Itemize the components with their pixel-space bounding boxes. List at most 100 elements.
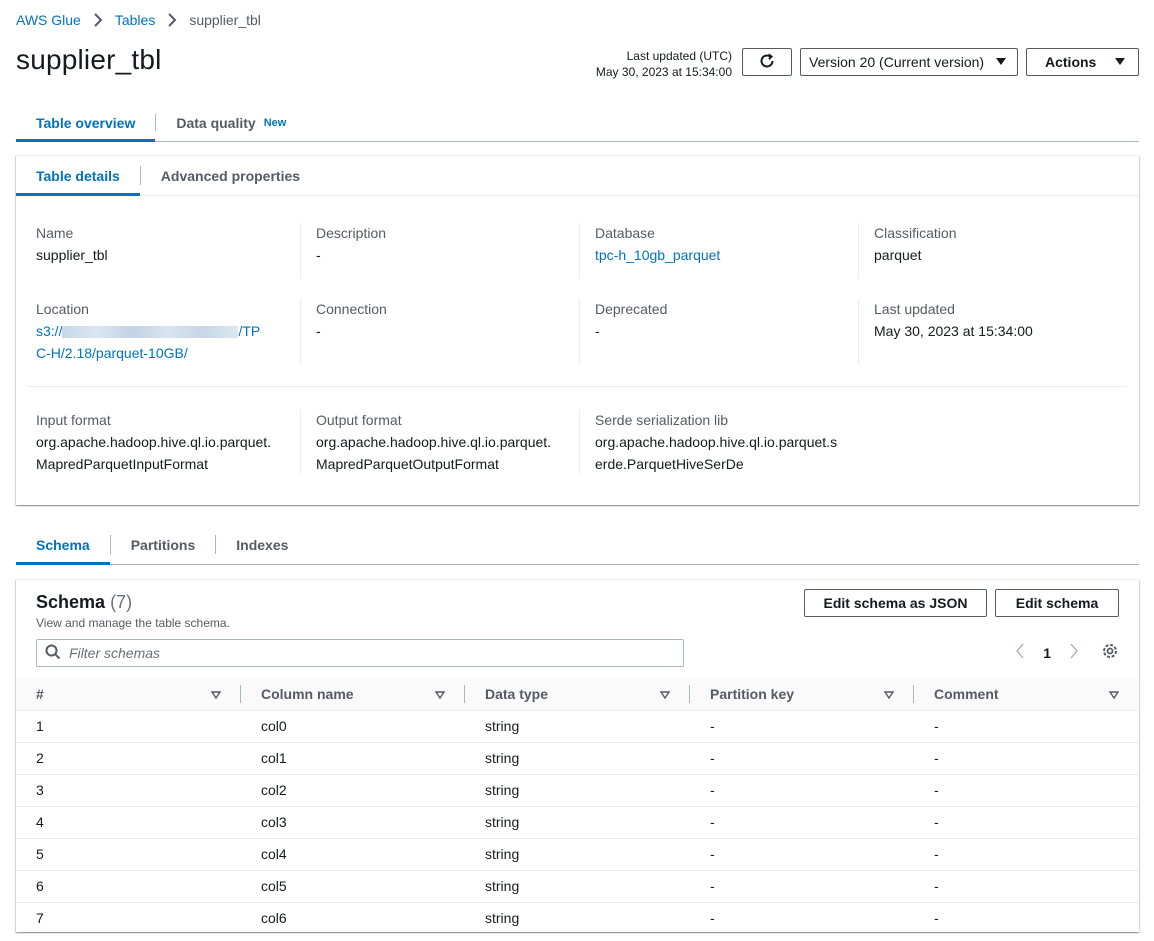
cell-comment: -	[914, 742, 1139, 775]
column-divider	[300, 223, 301, 279]
filter-schemas-field[interactable]	[36, 639, 684, 667]
breadcrumb-aws-glue[interactable]: AWS Glue	[16, 12, 81, 28]
tab-schema[interactable]: Schema	[16, 525, 110, 565]
header-label: Column name	[261, 685, 354, 702]
detail-label: Input format	[36, 412, 111, 428]
cell-data-type: string	[465, 870, 690, 903]
cell-column-name: col6	[261, 910, 287, 927]
breadcrumb-tables[interactable]: Tables	[115, 12, 155, 28]
column-divider	[858, 299, 859, 364]
cell-partition-key: -	[690, 806, 914, 839]
page-title: supplier_tbl	[16, 44, 162, 75]
cell-number: 3	[16, 774, 241, 807]
detail-label: Name	[36, 225, 74, 241]
caret-down-icon[interactable]	[883, 686, 895, 702]
edit-schema-button[interactable]: Edit schema	[995, 589, 1119, 617]
column-divider	[300, 299, 301, 364]
table-row: 5 col4 string - -	[16, 838, 1139, 871]
table-row: 1 col0 string - -	[16, 710, 1139, 743]
column-divider	[579, 223, 580, 279]
refresh-icon	[758, 52, 776, 73]
cell-column-name: col1	[241, 742, 465, 775]
database-link[interactable]: tpc-h_10gb_parquet	[595, 244, 859, 266]
caret-down-icon[interactable]	[659, 686, 671, 702]
tab-indexes[interactable]: Indexes	[216, 525, 308, 564]
details-tabs: Table details Advanced properties	[16, 156, 1139, 196]
version-select[interactable]: Version 20 (Current version)	[800, 48, 1018, 76]
detail-label: Connection	[316, 301, 387, 317]
gear-icon[interactable]	[1101, 642, 1119, 663]
pagination: 1	[1015, 642, 1119, 663]
cell-partition-key: -	[690, 710, 914, 743]
detail-label: Database	[595, 225, 655, 241]
cell-partition-key: -	[690, 742, 914, 775]
schema-table: # Column name Data type Partition key Co…	[16, 678, 1139, 934]
schema-title-text: Schema	[36, 592, 106, 612]
cell-column-name: col5	[241, 870, 465, 903]
detail-connection: Connection -	[316, 298, 580, 342]
caret-down-icon[interactable]	[210, 686, 222, 702]
schema-panel: Schema (7) View and manage the table sch…	[16, 579, 1139, 932]
main-tabs: Table overview Data quality New	[16, 104, 1139, 142]
header-label: Comment	[934, 685, 999, 702]
detail-label: Deprecated	[595, 301, 668, 317]
cell-comment: -	[914, 710, 1139, 743]
cell-number: 5	[16, 838, 241, 871]
redacted-bucket	[62, 326, 239, 339]
breadcrumb-current: supplier_tbl	[189, 12, 261, 28]
tab-label: Table overview	[36, 114, 136, 131]
cell-number: 2	[16, 742, 241, 775]
chevron-right-icon	[93, 13, 103, 27]
tab-table-details[interactable]: Table details	[16, 156, 140, 196]
actions-button[interactable]: Actions	[1026, 48, 1139, 76]
tab-advanced-properties[interactable]: Advanced properties	[141, 156, 320, 195]
detail-value: org.apache.hadoop.hive.ql.io.parquet.ser…	[595, 434, 838, 472]
detail-last-updated: Last updated May 30, 2023 at 15:34:00	[874, 298, 1138, 342]
cell-number: 7	[36, 910, 44, 927]
cell-partition-key: -	[690, 774, 914, 807]
tab-table-overview[interactable]: Table overview	[16, 104, 156, 142]
location-link[interactable]: s3:///TPC-H/2.18/parquet-10GB/	[36, 320, 266, 364]
detail-value: org.apache.hadoop.hive.ql.io.parquet.Map…	[36, 434, 272, 472]
cell-number: 4	[16, 806, 241, 839]
location-prefix: s3://	[36, 323, 63, 339]
tab-label: Partitions	[130, 536, 196, 553]
cell-data-type: string	[465, 806, 690, 839]
tab-label: Data quality	[176, 114, 256, 131]
chevron-right-icon[interactable]	[1069, 643, 1079, 662]
detail-label: Last updated	[874, 301, 955, 317]
detail-value: -	[316, 247, 321, 263]
cell-data-type: string	[465, 774, 690, 807]
page-number[interactable]: 1	[1043, 645, 1051, 661]
cell-data-type: string	[465, 838, 690, 871]
tab-data-quality[interactable]: Data quality New	[156, 104, 306, 141]
tab-partitions[interactable]: Partitions	[111, 525, 216, 564]
detail-classification: Classification parquet	[874, 222, 1138, 266]
table-row: 7 col6 string - -	[16, 902, 1139, 934]
column-header-number[interactable]: #	[16, 678, 241, 711]
column-header-partition-key[interactable]: Partition key	[690, 678, 914, 711]
chevron-left-icon[interactable]	[1015, 643, 1025, 662]
cell-partition-key: -	[690, 838, 914, 871]
detail-label: Serde serialization lib	[595, 412, 729, 428]
caret-down-icon[interactable]	[434, 686, 446, 702]
column-header-data-type[interactable]: Data type	[465, 678, 690, 711]
caret-down-icon[interactable]	[1108, 686, 1120, 702]
table-row: 2 col1 string - -	[16, 742, 1139, 775]
chevron-right-icon	[167, 13, 177, 27]
column-header-column-name[interactable]: Column name	[241, 678, 465, 711]
filter-schemas-input[interactable]	[69, 645, 629, 661]
table-row: 6 col5 string - -	[16, 870, 1139, 903]
edit-schema-json-button[interactable]: Edit schema as JSON	[804, 589, 987, 617]
detail-label: Output format	[316, 412, 402, 428]
detail-serde: Serde serialization lib org.apache.hadoo…	[595, 409, 843, 475]
tab-label: Table details	[36, 167, 120, 184]
column-header-comment[interactable]: Comment	[914, 678, 1139, 711]
detail-value: parquet	[874, 247, 922, 263]
cell-comment: -	[914, 774, 1139, 807]
version-select-value: Version 20 (Current version)	[809, 54, 985, 70]
refresh-button[interactable]	[742, 48, 792, 76]
cell-partition-key: -	[690, 870, 914, 903]
tab-label: Advanced properties	[160, 167, 301, 184]
detail-value: org.apache.hadoop.hive.ql.io.parquet.Map…	[316, 434, 552, 472]
